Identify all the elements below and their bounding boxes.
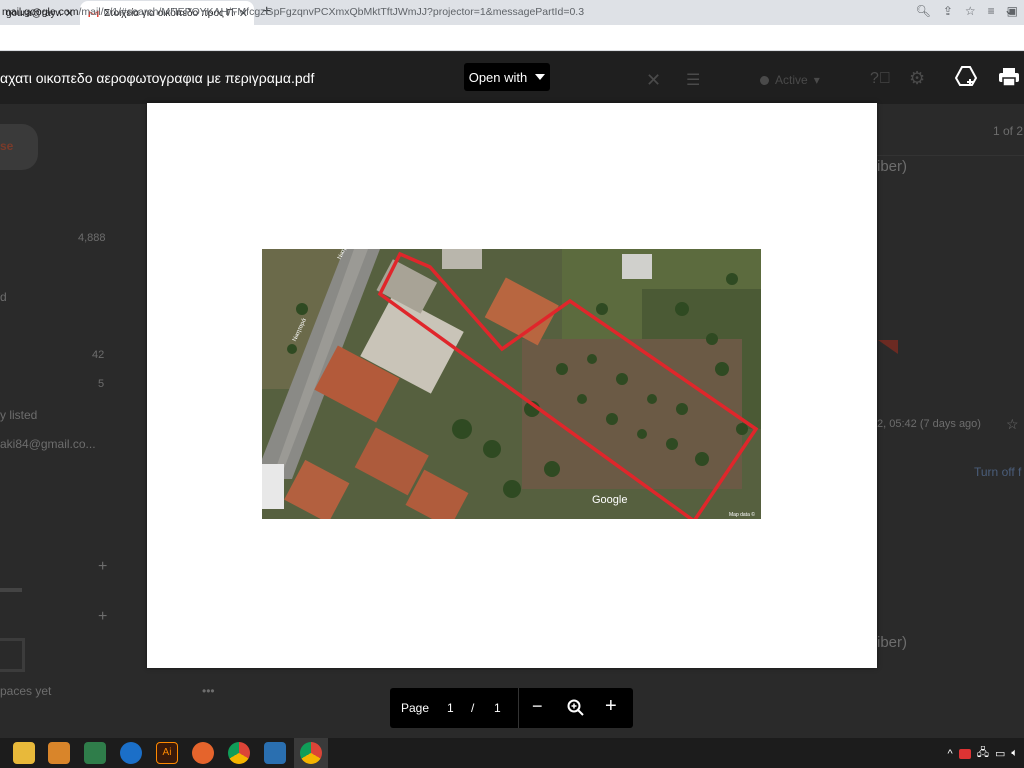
compose-label: se: [0, 139, 14, 153]
spaces-icon: [0, 638, 25, 672]
attachment-corner: [878, 340, 898, 354]
page-separator: /: [471, 701, 475, 715]
filter-icon: ☰: [686, 72, 701, 89]
zoom-icon[interactable]: [567, 699, 585, 717]
chevron-down-icon: ▾: [813, 73, 820, 87]
zoom-in-button[interactable]: +: [605, 695, 617, 718]
pagination-text: 1 of 2: [993, 124, 1024, 138]
divider: [518, 688, 519, 728]
folder-count: 42: [92, 349, 105, 361]
status-label: Active: [775, 73, 808, 87]
bookmark-star-icon[interactable]: ☆: [965, 4, 976, 18]
sender-name: iber): [877, 634, 908, 651]
compose-button[interactable]: se: [0, 124, 38, 170]
label-item: aki84@gmail.co...: [0, 437, 96, 451]
edge-icon[interactable]: [120, 742, 142, 764]
open-with-button[interactable]: Open with: [464, 63, 550, 91]
help-icon: ?⃝: [870, 70, 891, 87]
side-panel-icon[interactable]: ▣: [1007, 4, 1018, 18]
total-pages: 1: [494, 701, 501, 715]
caret-down-icon: [535, 74, 546, 80]
windows-taskbar: [0, 738, 1024, 768]
google-watermark: Google: [592, 494, 628, 506]
message-date: 2, 05:42 (7 days ago): [877, 418, 981, 430]
outlook-icon[interactable]: [48, 742, 70, 764]
more-icon[interactable]: •••: [202, 684, 215, 698]
file-explorer-icon[interactable]: [13, 742, 35, 764]
reading-list-icon[interactable]: ≡: [988, 4, 995, 18]
photos-icon[interactable]: [264, 742, 286, 764]
add-to-drive-icon[interactable]: [954, 66, 978, 91]
satellite-map: [262, 249, 761, 519]
star-icon[interactable]: ☆: [1006, 416, 1019, 433]
folder-label: d: [0, 290, 7, 304]
zoom-out-button[interactable]: −: [532, 696, 543, 717]
zoom-icon[interactable]: 🔍︎: [916, 4, 931, 18]
spaces-empty-text: paces yet: [0, 684, 52, 698]
volume-icon[interactable]: 🔈︎: [1011, 747, 1018, 760]
close-icon: ✕: [646, 70, 662, 90]
status-selector: Active ▾: [760, 73, 820, 87]
page-navigator: Page 1 / 1 − +: [390, 688, 633, 728]
divider: [877, 155, 1024, 156]
illustrator-icon[interactable]: Ai: [156, 742, 178, 764]
share-icon[interactable]: ⇪: [943, 4, 953, 18]
add-chat-icon[interactable]: +: [98, 558, 107, 576]
status-dot-icon: [760, 75, 769, 85]
print-icon[interactable]: [998, 67, 1020, 92]
file-title: αχατι οικοπεδο αεροφωτογραφια με περιγρα…: [0, 70, 315, 86]
address-bar[interactable]: [0, 25, 1024, 51]
settings-icon: ⚙: [909, 68, 926, 88]
page-label: Page: [401, 701, 430, 715]
add-space-icon[interactable]: +: [98, 608, 107, 626]
chevron-up-icon[interactable]: ^: [948, 748, 953, 760]
url-path: /mail/u/1/#search/ΜΠΕΡΟΥΚΛΗ/FMfcgzGpFgzq…: [78, 6, 585, 18]
excel-icon[interactable]: [84, 742, 106, 764]
address-bar-actions: 🔍︎ ⇪ ☆ ≡ ▣: [916, 4, 1018, 18]
label-item: y listed: [0, 408, 38, 422]
divider: [0, 588, 22, 592]
chrome-icon[interactable]: [228, 742, 250, 764]
folder-count: 5: [98, 378, 105, 390]
notification-icon[interactable]: [958, 748, 971, 759]
sender-name: iber): [877, 158, 908, 175]
inbox-count: 4,888: [78, 232, 106, 244]
aerial-map-image: [262, 249, 761, 519]
firefox-icon[interactable]: [192, 742, 214, 764]
current-page-input[interactable]: 1: [447, 701, 454, 715]
network-icon[interactable]: 🖧︎: [977, 744, 989, 763]
chrome-profile-icon[interactable]: [300, 742, 322, 764]
turn-off-link[interactable]: Turn off f: [974, 465, 1021, 479]
map-attribution: Map data ©: [729, 512, 755, 518]
url-host: mail.google.com: [2, 6, 79, 18]
url-text[interactable]: mail.google.com/mail/u/1/#search/ΜΠΕΡΟΥΚ…: [2, 6, 584, 18]
system-tray: ^ 🖧︎ ▭ 🔈︎: [948, 744, 1018, 763]
open-with-label: Open with: [468, 69, 528, 85]
display-icon[interactable]: ▭: [995, 747, 1005, 760]
